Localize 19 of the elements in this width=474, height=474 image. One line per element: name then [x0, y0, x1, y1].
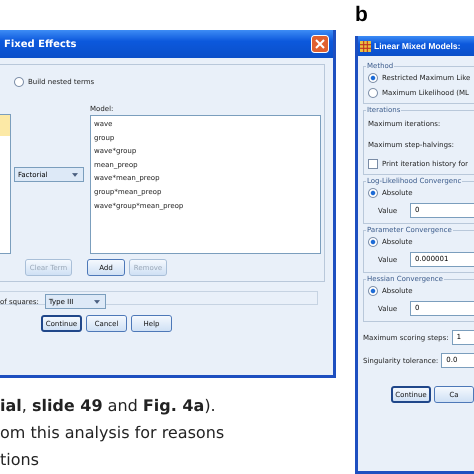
radio-button[interactable]	[368, 237, 378, 247]
body-text: om this analysis for reasons	[0, 422, 226, 444]
radio-button[interactable]	[368, 88, 378, 98]
body-text: ial, slide 49 and Fig. 4a).	[0, 395, 217, 417]
factor-list[interactable]	[0, 114, 11, 254]
radio-button[interactable]	[368, 73, 378, 83]
radio-button[interactable]	[368, 286, 378, 296]
table-icon	[360, 40, 371, 52]
window-title: Fixed Effects	[4, 38, 78, 50]
radio-button[interactable]	[14, 77, 24, 87]
list-highlight	[0, 115, 10, 136]
caret-icon	[72, 172, 78, 176]
close-icon[interactable]	[311, 35, 329, 53]
checkbox[interactable]	[368, 159, 378, 169]
panel-label: b	[355, 2, 369, 28]
caret-icon	[94, 300, 100, 304]
window-title: Linear Mixed Models:	[374, 41, 462, 51]
body-text: tions	[0, 449, 40, 471]
radio-button[interactable]	[368, 188, 378, 198]
